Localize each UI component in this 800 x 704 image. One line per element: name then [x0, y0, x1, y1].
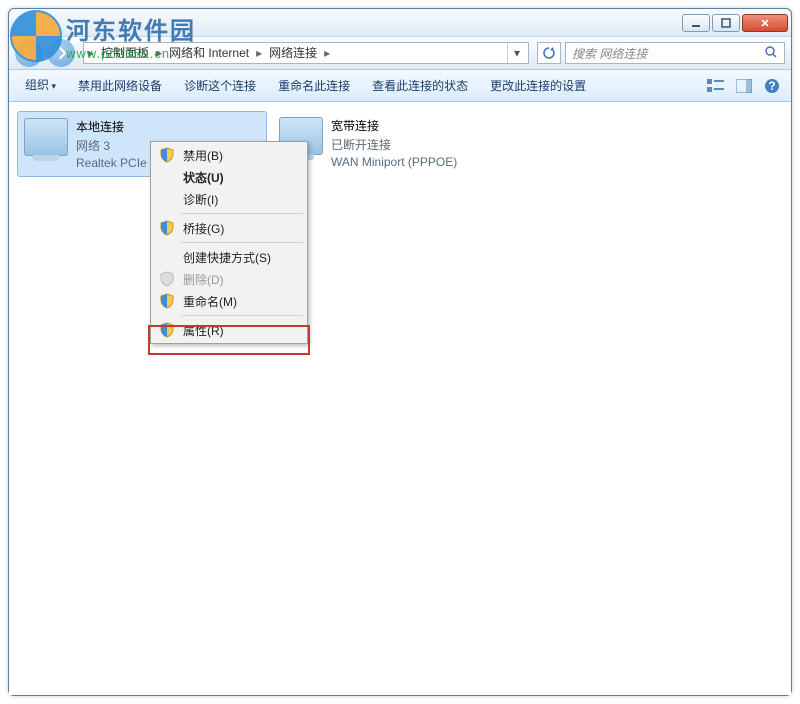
- connection-name: 宽带连接: [331, 117, 457, 134]
- ctx-delete: 删除(D): [153, 268, 305, 290]
- ctx-diagnose[interactable]: 诊断(I): [153, 188, 305, 210]
- crumb-dropdown-icon[interactable]: ▾: [507, 43, 526, 63]
- watermark-url: www.pc0359.cn: [66, 46, 196, 61]
- chevron-right-icon: ▸: [254, 43, 264, 63]
- separator: [181, 242, 303, 243]
- watermark-logo-icon: [10, 10, 62, 62]
- ctx-disable[interactable]: 禁用(B): [153, 144, 305, 166]
- content-area: 本地连接 网络 3 Realtek PCIe 宽带连接 已断开连接 WAN Mi…: [9, 103, 791, 695]
- shield-icon: [159, 147, 175, 163]
- connection-item-broadband[interactable]: 宽带连接 已断开连接 WAN Miniport (PPPOE): [273, 111, 523, 175]
- help-icon[interactable]: ?: [759, 73, 785, 99]
- search-placeholder: 搜索 网络连接: [572, 45, 647, 62]
- connection-status: 网络 3: [76, 137, 147, 154]
- watermark-title: 河东软件园: [66, 11, 196, 46]
- shield-icon: [159, 322, 175, 338]
- context-menu: 禁用(B) 状态(U) 诊断(I) 桥接(G) 创建快捷方式(S) 删除(D) …: [150, 141, 308, 344]
- rename-button[interactable]: 重命名此连接: [268, 73, 360, 99]
- search-input[interactable]: 搜索 网络连接: [565, 42, 785, 64]
- minimize-button[interactable]: [682, 14, 710, 32]
- search-icon: [764, 45, 778, 62]
- ctx-status[interactable]: 状态(U): [153, 166, 305, 188]
- window-frame: ▸ 控制面板 ▸ 网络和 Internet ▸ 网络连接 ▸ ▾ 搜索 网络连接…: [8, 8, 792, 696]
- change-settings-button[interactable]: 更改此连接的设置: [480, 73, 596, 99]
- connection-device: WAN Miniport (PPPOE): [331, 155, 457, 169]
- ctx-properties[interactable]: 属性(R): [153, 319, 305, 341]
- connection-name: 本地连接: [76, 118, 147, 135]
- ctx-shortcut[interactable]: 创建快捷方式(S): [153, 246, 305, 268]
- close-button[interactable]: [742, 14, 788, 32]
- ctx-bridge[interactable]: 桥接(G): [153, 217, 305, 239]
- diagnose-button[interactable]: 诊断这个连接: [174, 73, 266, 99]
- view-options-icon[interactable]: [703, 73, 729, 99]
- refresh-button[interactable]: [537, 42, 561, 64]
- separator: [181, 213, 303, 214]
- toolbar: 组织 禁用此网络设备 诊断这个连接 重命名此连接 查看此连接的状态 更改此连接的…: [9, 70, 791, 102]
- network-adapter-icon: [24, 118, 68, 156]
- preview-pane-icon[interactable]: [731, 73, 757, 99]
- maximize-button[interactable]: [712, 14, 740, 32]
- crumb-item[interactable]: 网络连接: [264, 43, 322, 63]
- svg-text:?: ?: [768, 79, 775, 93]
- connection-device: Realtek PCIe: [76, 156, 147, 170]
- chevron-right-icon: ▸: [322, 43, 332, 63]
- organize-button[interactable]: 组织: [15, 72, 66, 99]
- watermark: 河东软件园 www.pc0359.cn: [10, 10, 196, 62]
- separator: [181, 315, 303, 316]
- shield-icon: [159, 220, 175, 236]
- shield-icon: [159, 293, 175, 309]
- view-status-button[interactable]: 查看此连接的状态: [362, 73, 478, 99]
- connection-status: 已断开连接: [331, 136, 457, 153]
- disable-device-button[interactable]: 禁用此网络设备: [68, 73, 172, 99]
- shield-icon: [159, 271, 175, 287]
- ctx-rename[interactable]: 重命名(M): [153, 290, 305, 312]
